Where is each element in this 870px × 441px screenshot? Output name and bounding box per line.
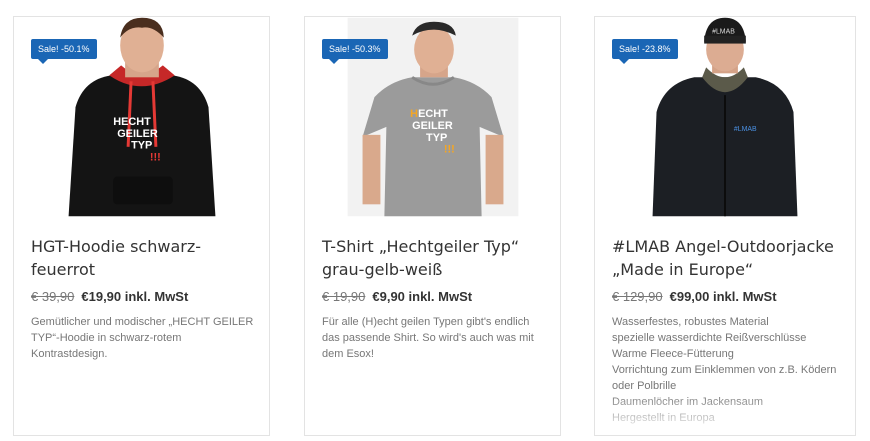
feature-line: Warme Fleece-Fütterung [612,348,734,360]
new-price: €99,00 inkl. MwSt [669,289,777,304]
feature-line: Hergestellt in Europa [612,412,715,424]
price-block: € 129,90 €99,00 inkl. MwSt [612,289,777,304]
product-title[interactable]: T-Shirt „Hechtgeiler Typ“ grau-gelb-weiß [322,235,546,281]
price-block: € 19,90 €9,90 inkl. MwSt [322,289,472,304]
print-geiler: GEILER [412,120,453,132]
chest-print: #LMAB [734,126,757,133]
print-hecht: HECHT [410,108,448,120]
old-price: € 129,90 [612,289,663,304]
product-title[interactable]: #LMAB Angel-Outdoorjacke „Made in Europe… [612,235,841,281]
old-price: € 39,90 [31,289,75,304]
feature-line: Wasserfestes, robustes Material [612,316,769,328]
sale-badge: Sale! -50.3% [322,39,388,64]
print-typ: TYP [426,132,447,144]
product-card-tshirt[interactable]: HECHT GEILER TYP !!! Sale! -50.3% T-Shir… [304,16,561,436]
print-typ: TYP [131,140,152,152]
old-price: € 19,90 [322,289,366,304]
feature-line: Vorrichtung zum Einklemmen von z.B. Köde… [612,364,837,392]
product-card-jacket[interactable]: #LMAB #LMAB Sale! -23.8% #LMAB Angel-Out… [594,16,856,436]
print-geiler: GEILER [117,128,158,140]
print-exclaim: !!! [150,152,161,164]
beanie-print: #LMAB [712,29,735,36]
feature-line: Daumenlöcher im Jackensaum [612,396,764,408]
product-description: Gemütlicher und modischer „HECHT GEILER … [31,316,254,360]
product-card-hoodie[interactable]: HECHT GEILER TYP !!! Sale! -50.1% HGT-Ho… [13,16,270,436]
print-exclaim: !!! [444,144,455,156]
sale-badge: Sale! -23.8% [612,39,678,64]
sale-badge: Sale! -50.1% [31,39,97,64]
product-description: Wasserfestes, robustes Material speziell… [612,314,843,426]
new-price: €9,90 inkl. MwSt [372,289,473,304]
feature-line: spezielle wasserdichte Reißverschlüsse [612,332,807,344]
new-price: €19,90 inkl. MwSt [81,289,189,304]
product-description: Für alle (H)echt geilen Typen gibt's end… [322,316,534,360]
print-hecht: HECHT [113,116,151,128]
price-block: € 39,90 €19,90 inkl. MwSt [31,289,188,304]
product-title[interactable]: HGT-Hoodie schwarz-feuerrot [31,235,255,281]
